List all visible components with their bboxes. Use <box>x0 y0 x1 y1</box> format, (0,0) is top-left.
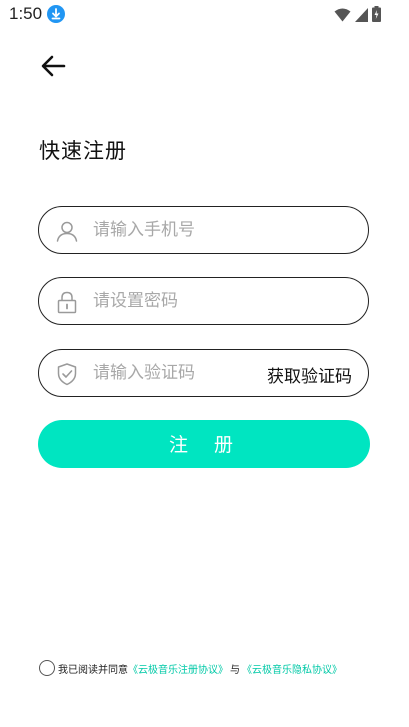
password-input[interactable] <box>93 278 353 324</box>
password-field[interactable] <box>38 277 369 325</box>
verification-code-field[interactable]: 获取验证码 <box>38 349 369 397</box>
back-arrow-icon <box>41 55 66 77</box>
agreement-and: 与 <box>230 664 240 676</box>
battery-icon <box>372 6 381 26</box>
page-title: 快速注册 <box>39 139 127 163</box>
privacy-link[interactable]: 《云极音乐隐私协议》 <box>242 661 342 676</box>
status-time: 1:50 <box>9 4 43 23</box>
back-button[interactable] <box>38 50 70 82</box>
status-bar: 1:50 <box>0 0 409 30</box>
register-button[interactable]: 注 册 <box>38 420 370 468</box>
agreement-row: 我已阅读并同意 《云极音乐注册协议》 与 《云极音乐隐私协议》 <box>39 660 342 676</box>
terms-link[interactable]: 《云极音乐注册协议》 <box>128 661 228 676</box>
shield-check-icon <box>55 362 79 386</box>
get-code-button[interactable]: 获取验证码 <box>267 362 352 387</box>
agreement-prefix: 我已阅读并同意 <box>58 664 128 676</box>
phone-field[interactable] <box>38 206 369 254</box>
lock-icon <box>55 290 79 314</box>
download-icon <box>47 5 65 23</box>
user-icon <box>55 219 79 243</box>
wifi-icon <box>334 7 351 26</box>
verification-code-input[interactable] <box>93 350 253 396</box>
status-icons <box>334 6 381 26</box>
agree-checkbox[interactable] <box>39 660 55 676</box>
phone-input[interactable] <box>93 207 353 253</box>
signal-icon <box>355 7 368 26</box>
